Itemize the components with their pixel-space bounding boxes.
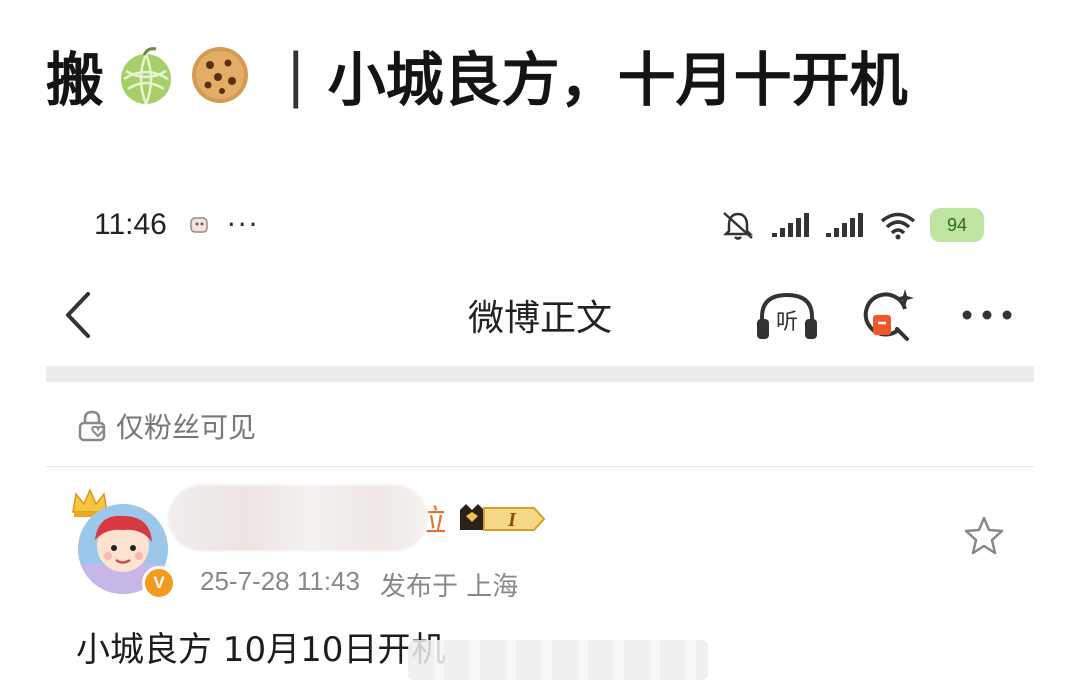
- ai-search-button[interactable]: [854, 282, 920, 348]
- listen-icon: 听: [757, 292, 817, 339]
- status-bar: 11:46 ··· 94: [94, 200, 984, 250]
- section-separator: [46, 366, 1034, 382]
- post-location: 发布于 上海: [379, 572, 519, 602]
- signal-icon: [772, 213, 809, 237]
- more-button[interactable]: [954, 282, 1020, 348]
- back-icon: [66, 292, 90, 338]
- ai-search-icon: [863, 289, 914, 341]
- nav-bar: 微博正文 听: [60, 280, 1020, 350]
- back-button[interactable]: [60, 285, 120, 345]
- cookie-icon: [192, 47, 249, 103]
- headline-text: 小城良方，十月十开机: [327, 46, 908, 114]
- battery-icon: 94: [930, 208, 984, 242]
- wifi-icon: [880, 212, 916, 240]
- verified-badge-icon: V: [142, 566, 176, 600]
- headline-separator: |: [286, 41, 306, 109]
- watermark: [408, 640, 708, 680]
- listen-button[interactable]: 听: [754, 282, 820, 348]
- vip-level-text: I: [507, 509, 517, 531]
- headline: 搬 | 小城良方，十月十开机: [46, 30, 908, 120]
- mute-bell-icon: [722, 212, 754, 240]
- signal-icon: [826, 213, 863, 237]
- visibility-label: 仅粉丝可见: [76, 404, 256, 448]
- lock-heart-icon: [78, 410, 106, 442]
- status-more-dots: ···: [226, 208, 260, 241]
- author-name-row[interactable]: 拉 I: [168, 482, 548, 554]
- headline-prefix: 搬: [46, 46, 105, 114]
- divider: [46, 466, 1034, 467]
- author-avatar[interactable]: V: [70, 486, 180, 600]
- post-body: 小城良方 10月10日开机: [76, 630, 446, 670]
- app-notification-icon: [190, 217, 208, 233]
- author-name-blurred: [168, 485, 428, 551]
- listen-label: 听: [776, 310, 798, 335]
- status-time: 11:46: [94, 208, 167, 241]
- more-icon: [962, 310, 1012, 320]
- visibility-text: 仅粉丝可见: [116, 411, 257, 444]
- melon-icon: [121, 47, 172, 105]
- post-timestamp: 25-7-28 11:43: [200, 566, 360, 596]
- post-meta: 25-7-28 11:43 发布于 上海: [200, 566, 518, 603]
- battery-level: 94: [946, 214, 968, 235]
- favorite-star-icon[interactable]: [962, 514, 1006, 558]
- vip-level-icon: I: [460, 504, 546, 531]
